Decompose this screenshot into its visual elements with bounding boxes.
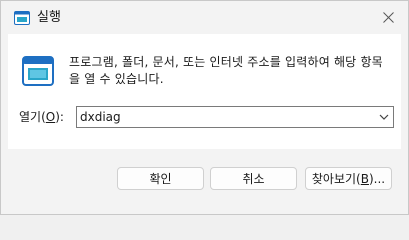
- run-app-icon: [14, 11, 30, 25]
- cancel-button[interactable]: 취소: [210, 167, 297, 190]
- dialog-content: 프로그램, 폴더, 문서, 또는 인터넷 주소를 입력하여 해당 항목을 열 수…: [8, 34, 401, 149]
- open-combobox[interactable]: [76, 106, 394, 128]
- open-input[interactable]: [80, 107, 370, 127]
- open-label-suffix: ):: [55, 110, 64, 124]
- open-label: 열기(O):: [19, 109, 64, 126]
- run-app-icon: [22, 56, 54, 86]
- run-dialog-window: 실행 프로그램, 폴더, 문서, 또는 인터넷 주소를 입력하여 해당 항목을 …: [0, 0, 409, 215]
- open-label-accel: O: [45, 110, 56, 124]
- window-title: 실행: [37, 10, 61, 25]
- close-icon: [382, 11, 394, 23]
- browse-button[interactable]: 찾아보기(B)...: [305, 167, 392, 190]
- close-button[interactable]: [378, 7, 398, 27]
- ok-button[interactable]: 확인: [117, 167, 204, 190]
- browse-label-accel: B: [360, 171, 369, 186]
- browse-label-prefix: 찾아보기(: [311, 172, 361, 186]
- dialog-description: 프로그램, 폴더, 문서, 또는 인터넷 주소를 입력하여 해당 항목을 열 수…: [69, 55, 383, 86]
- chevron-down-icon[interactable]: [378, 112, 390, 122]
- open-label-prefix: 열기(: [19, 110, 46, 124]
- browse-label-suffix: )...: [368, 171, 386, 186]
- title-bar[interactable]: 실행: [1, 1, 408, 33]
